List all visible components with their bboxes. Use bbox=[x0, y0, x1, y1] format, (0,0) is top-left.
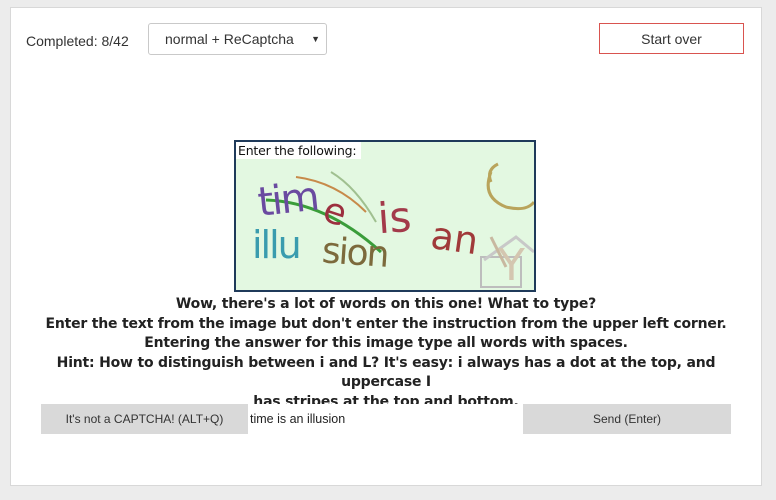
hint-text: Wow, there's a lot of words on this one!… bbox=[31, 295, 741, 412]
main-panel: Completed: 8/42 normal + ReCaptcha ▼ Sta… bbox=[10, 7, 762, 486]
hint-line: Wow, there's a lot of words on this one!… bbox=[175, 296, 597, 312]
captcha-instruction: Enter the following: bbox=[236, 142, 362, 159]
captcha-distorted-text: tim e is an Y illu sion bbox=[252, 162, 534, 290]
start-over-button[interactable]: Start over bbox=[599, 23, 744, 54]
answer-row: It's not a CAPTCHA! (ALT+Q) Send (Enter) bbox=[41, 404, 731, 434]
completed-counter: Completed: 8/42 bbox=[26, 33, 129, 49]
svg-text:an: an bbox=[428, 213, 481, 263]
svg-text:illu: illu bbox=[252, 223, 300, 267]
send-button[interactable]: Send (Enter) bbox=[523, 404, 731, 434]
hint-line: Entering the answer for this image type … bbox=[144, 335, 628, 351]
answer-input[interactable] bbox=[248, 404, 523, 434]
not-captcha-button[interactable]: It's not a CAPTCHA! (ALT+Q) bbox=[41, 404, 248, 434]
hint-line: Enter the text from the image but don't … bbox=[45, 315, 727, 332]
captcha-image: tim e is an Y illu sion Enter the follow… bbox=[234, 140, 536, 292]
mode-select-value: normal + ReCaptcha bbox=[165, 31, 294, 47]
svg-text:e: e bbox=[318, 189, 352, 235]
hint-line: Hint: How to distinguish between i and L… bbox=[56, 354, 716, 391]
mode-select[interactable]: normal + ReCaptcha ▼ bbox=[148, 23, 327, 55]
svg-text:Y: Y bbox=[497, 240, 525, 290]
svg-text:sion: sion bbox=[321, 230, 389, 275]
svg-text:tim: tim bbox=[256, 174, 320, 226]
chevron-down-icon: ▼ bbox=[311, 34, 320, 44]
